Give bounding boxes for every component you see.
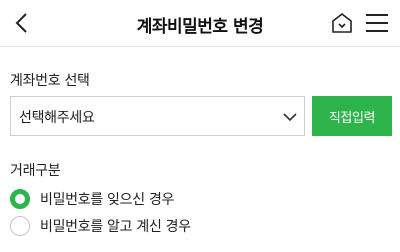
radio-option-know-password[interactable]: 비밀번호를 알고 계신 경우 <box>10 215 191 237</box>
hamburger-menu-icon <box>366 14 388 32</box>
header-divider <box>0 46 400 47</box>
chevron-down-icon <box>283 113 297 122</box>
direct-input-button[interactable]: 직접입력 <box>312 96 392 136</box>
radio-label: 비밀번호를 잊으신 경우 <box>40 192 175 208</box>
transaction-type-label: 거래구분 <box>10 163 61 179</box>
radio-button[interactable] <box>10 216 30 236</box>
account-select-value: 선택해주세요 <box>19 110 95 126</box>
radio-label: 비밀번호를 알고 계신 경우 <box>40 219 191 235</box>
app-header: 계좌비밀번호 변경 <box>0 0 400 46</box>
home-icon <box>332 13 352 33</box>
account-select[interactable]: 선택해주세요 <box>10 96 305 136</box>
home-button[interactable] <box>330 11 354 35</box>
menu-button[interactable] <box>364 11 390 35</box>
radio-option-forgot-password[interactable]: 비밀번호를 잊으신 경우 <box>10 188 174 210</box>
account-number-label: 계좌번호 선택 <box>10 73 90 89</box>
radio-button[interactable] <box>10 189 30 209</box>
